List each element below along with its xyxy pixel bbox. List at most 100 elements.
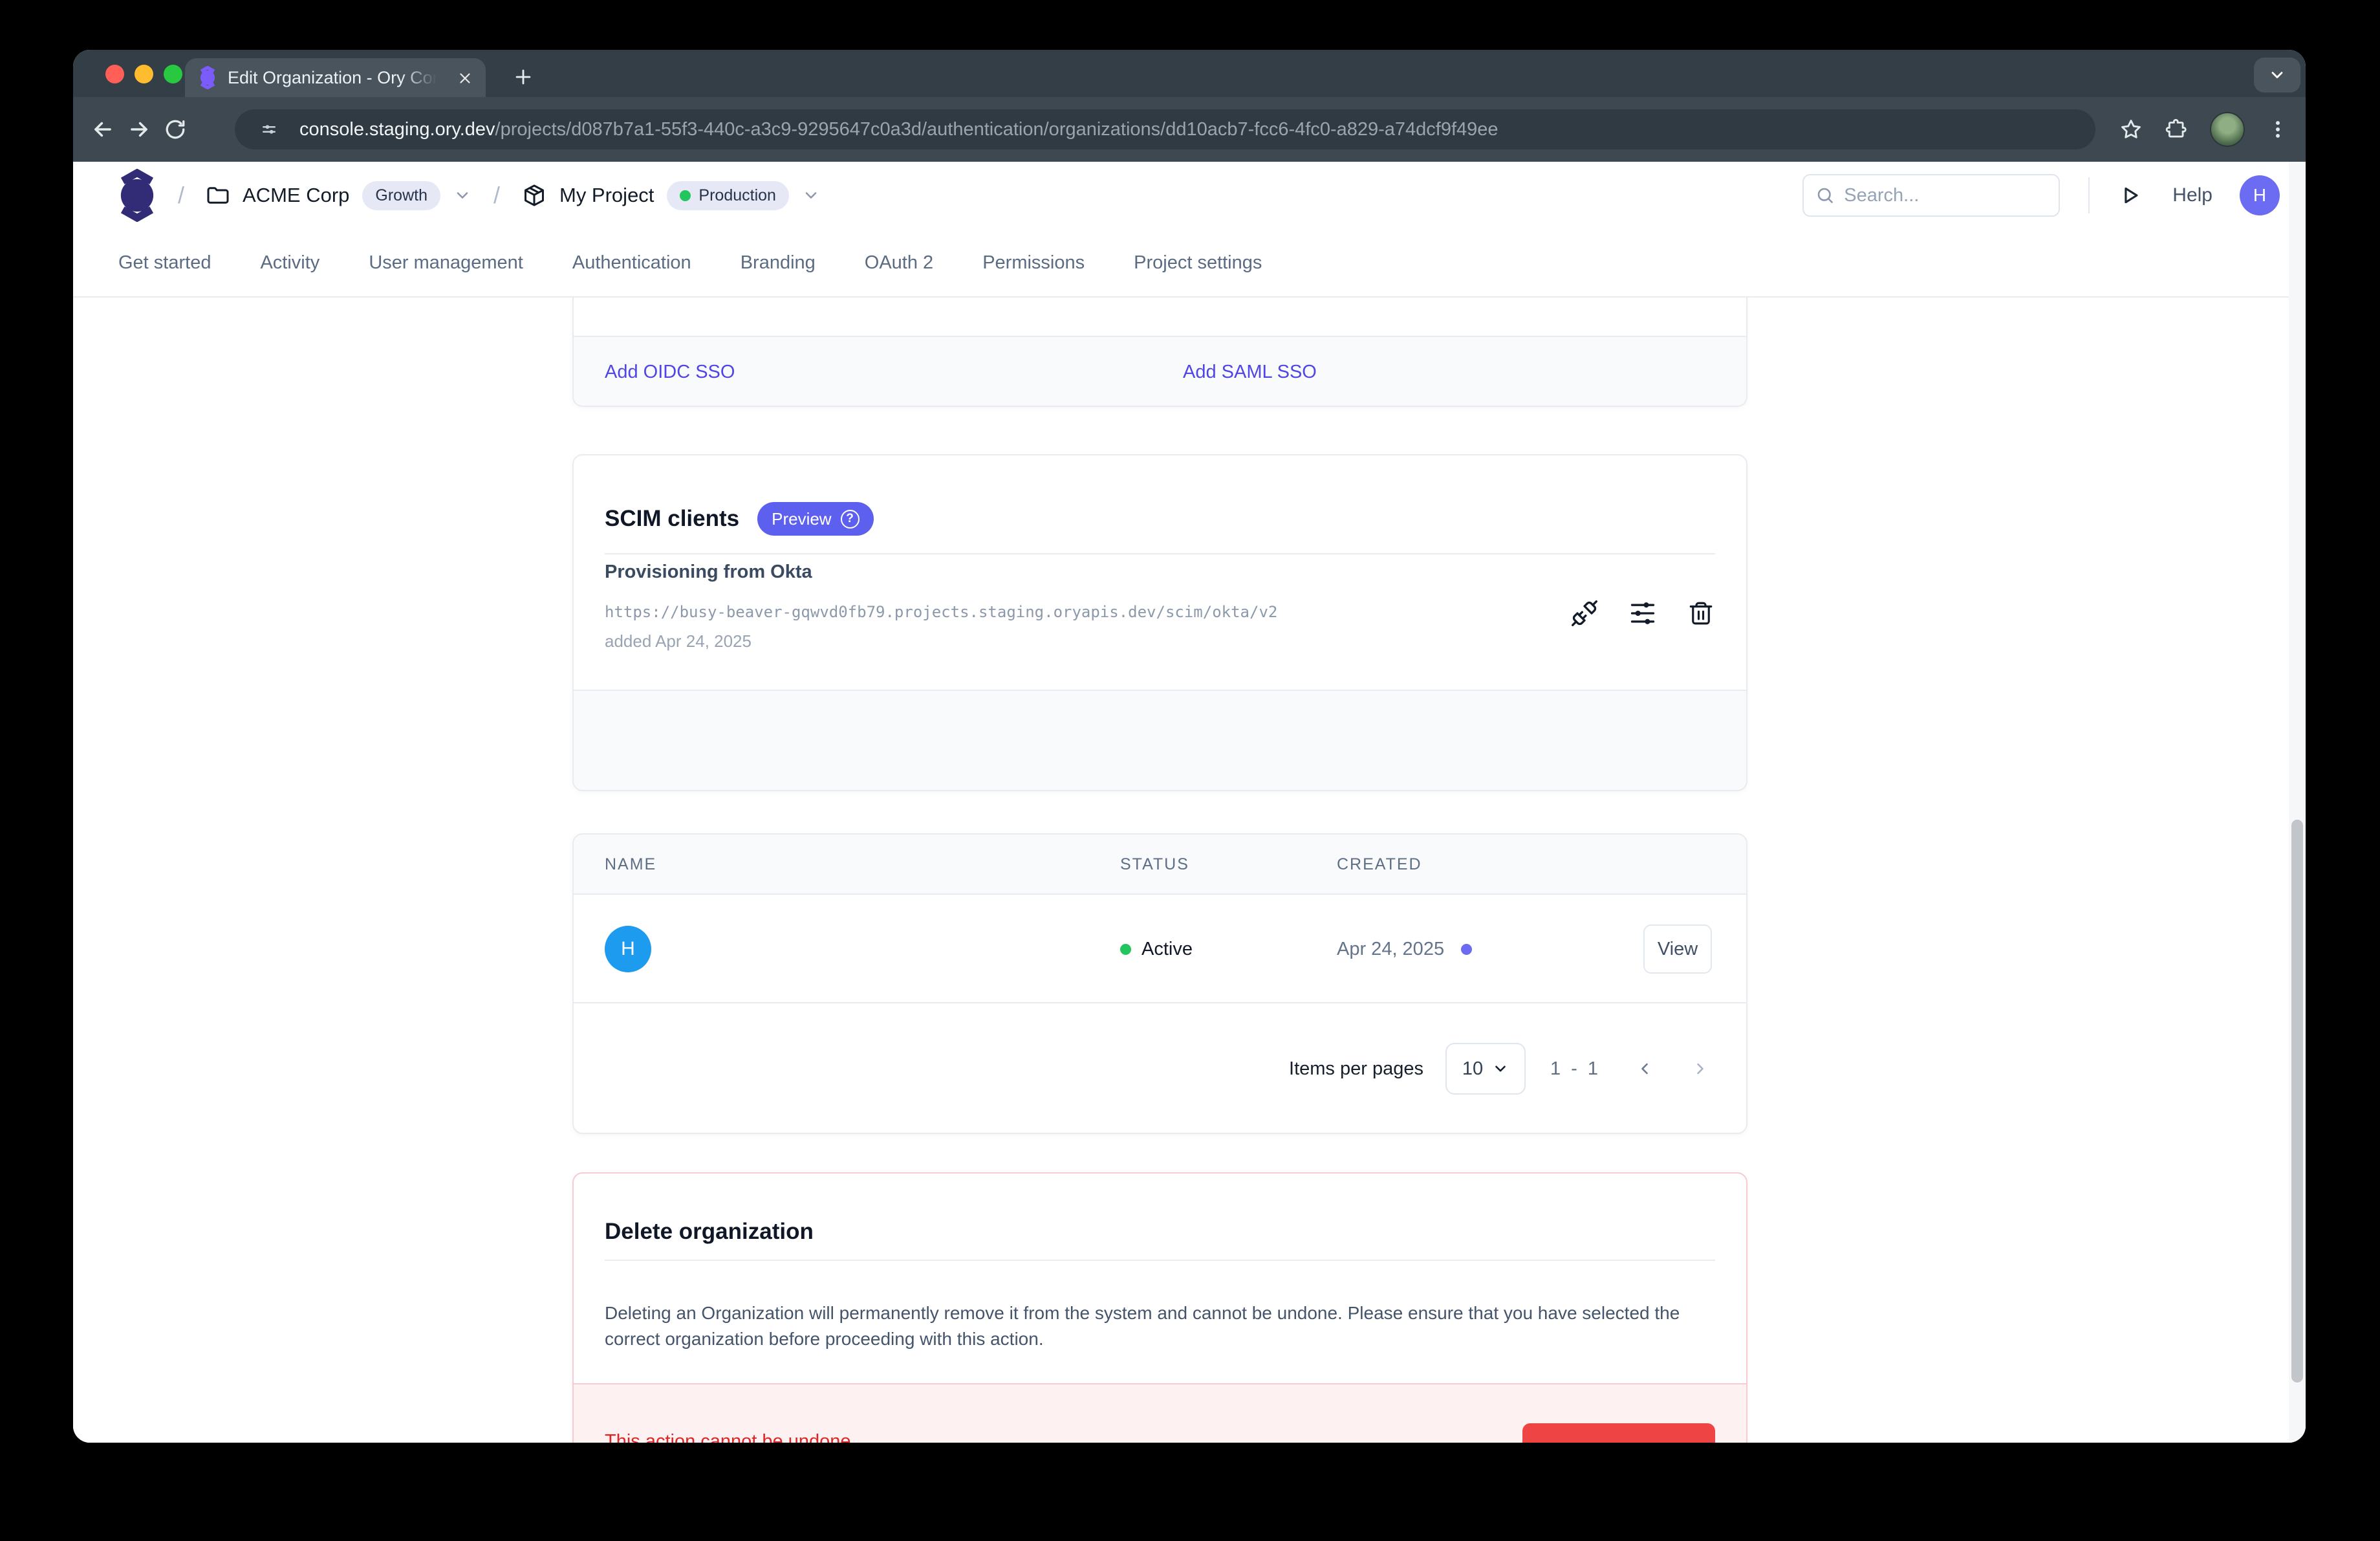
browser-toolbar: console.staging.ory.dev/projects/d087b7a…: [73, 97, 2306, 162]
forward-icon[interactable]: [121, 111, 157, 148]
scim-client-url: https://busy-beaver-gqwvd0fb79.projects.…: [605, 603, 1277, 621]
folder-icon: [206, 184, 230, 207]
preview-badge[interactable]: Preview ?: [757, 502, 873, 536]
search-icon: [1815, 186, 1835, 205]
bookmark-star-icon[interactable]: [2119, 118, 2143, 141]
nav-item-authentication[interactable]: Authentication: [572, 252, 691, 274]
row-status: Active: [1120, 939, 1193, 960]
search-box[interactable]: [1802, 174, 2060, 217]
table-row: H Active Apr 24, 2025 View: [574, 895, 1746, 1003]
site-settings-icon[interactable]: [254, 115, 284, 144]
new-tab-button[interactable]: [505, 59, 541, 95]
extensions-icon[interactable]: [2165, 118, 2188, 141]
page-size-value: 10: [1462, 1058, 1483, 1080]
workspace-plan-badge: Growth: [362, 181, 440, 210]
app-header: / ACME Corp Growth / My Pro: [73, 162, 2306, 229]
page-size-select[interactable]: 10: [1445, 1043, 1526, 1095]
scim-card-footer: [574, 690, 1746, 790]
scim-divider: [605, 553, 1715, 554]
browser-menu-icon[interactable]: [2267, 118, 2289, 140]
ory-logo[interactable]: [118, 169, 156, 222]
page-scrollbar[interactable]: [2289, 162, 2306, 1443]
chevron-down-icon: [453, 186, 471, 204]
preview-badge-label: Preview: [772, 509, 831, 529]
project-env-label: Production: [698, 186, 776, 205]
nav-item-branding[interactable]: Branding: [741, 252, 816, 274]
view-button[interactable]: View: [1643, 924, 1712, 974]
header-right: Help H: [1802, 174, 2280, 217]
project-nav: Get started Activity User management Aut…: [73, 229, 2306, 298]
add-saml-sso-link[interactable]: Add SAML SSO: [1183, 362, 1317, 383]
macos-zoom-button[interactable]: [164, 65, 182, 83]
workspace-switcher[interactable]: ACME Corp Growth: [206, 181, 471, 210]
tab-close-icon[interactable]: [455, 68, 475, 89]
header-divider: [2088, 177, 2090, 213]
browser-window: Edit Organization - Ory Conso: [73, 50, 2306, 1443]
macos-close-button[interactable]: [105, 65, 124, 83]
row-created: Apr 24, 2025: [1337, 939, 1472, 960]
run-play-icon[interactable]: [2119, 184, 2141, 206]
nav-item-activity[interactable]: Activity: [260, 252, 319, 274]
items-per-page-label: Items per pages: [1289, 1058, 1423, 1080]
delete-organization-card: Delete organization Deleting an Organiza…: [572, 1172, 1747, 1443]
pagination-range: 1 - 1: [1550, 1058, 1601, 1080]
delete-card-description: Deleting an Organization will permanentl…: [605, 1300, 1718, 1352]
package-icon: [522, 183, 546, 208]
table-pagination: Items per pages 10 1 - 1: [574, 1003, 1746, 1134]
chevron-down-icon: [1492, 1060, 1509, 1077]
tab-search-button[interactable]: [2254, 58, 2300, 93]
nav-item-get-started[interactable]: Get started: [118, 252, 211, 274]
back-icon[interactable]: [85, 111, 121, 148]
nav-item-permissions[interactable]: Permissions: [982, 252, 1085, 274]
scim-client-added-date: added Apr 24, 2025: [605, 631, 752, 651]
active-status-dot: [1120, 944, 1131, 955]
nav-item-user-management[interactable]: User management: [369, 252, 523, 274]
reload-icon[interactable]: [157, 111, 193, 148]
url-path: /projects/d087b7a1-55f3-440c-a3c9-929564…: [495, 119, 1498, 140]
column-header-created: CREATED: [1337, 855, 1422, 874]
settings-sliders-icon[interactable]: [1628, 599, 1657, 628]
add-oidc-sso-link[interactable]: Add OIDC SSO: [605, 362, 735, 383]
user-avatar[interactable]: H: [2240, 175, 2280, 215]
macos-minimize-button[interactable]: [135, 65, 153, 83]
project-name: My Project: [559, 184, 654, 207]
project-env-badge: Production: [667, 181, 789, 210]
delete-warning-text: This action cannot be undone.: [605, 1431, 856, 1443]
pagination-prev-icon[interactable]: [1636, 1060, 1654, 1078]
pagination-next-icon[interactable]: [1691, 1060, 1709, 1078]
browser-profile-avatar[interactable]: [2210, 112, 2245, 147]
delete-card-divider: [605, 1260, 1715, 1261]
breadcrumb-separator: /: [178, 182, 184, 209]
scrollbar-thumb[interactable]: [2291, 820, 2303, 1383]
screen: Edit Organization - Ory Conso: [0, 0, 2380, 1541]
browser-tab[interactable]: Edit Organization - Ory Conso: [185, 58, 486, 97]
trash-icon[interactable]: [1687, 599, 1715, 628]
table-header: NAME STATUS CREATED: [574, 835, 1746, 895]
breadcrumb-separator: /: [493, 182, 500, 209]
scim-client-name: Provisioning from Okta: [605, 562, 812, 583]
nav-item-oauth2[interactable]: OAuth 2: [865, 252, 933, 274]
scim-card-title: SCIM clients: [605, 506, 739, 532]
search-input[interactable]: [1844, 185, 2038, 206]
row-created-date: Apr 24, 2025: [1337, 939, 1444, 960]
delete-card-footer: This action cannot be undone. Delete org…: [574, 1383, 1746, 1443]
delete-organization-button[interactable]: Delete organization: [1522, 1423, 1715, 1443]
url-host: console.staging.ory.dev: [299, 119, 495, 140]
page-content: Add OIDC SSO Add SAML SSO SCIM clients P…: [73, 298, 2306, 1443]
workspace-name: ACME Corp: [243, 184, 349, 207]
scim-client-actions: [1570, 599, 1715, 628]
tab-title-fade: [400, 58, 446, 97]
toolbar-right: [2119, 97, 2289, 162]
help-link[interactable]: Help: [2172, 184, 2212, 206]
scim-clients-card: SCIM clients Preview ? Provisioning from…: [572, 454, 1747, 791]
nav-item-project-settings[interactable]: Project settings: [1134, 252, 1262, 274]
row-avatar: H: [605, 926, 651, 972]
ory-console-app: / ACME Corp Growth / My Pro: [73, 162, 2306, 1443]
connection-unplug-icon[interactable]: [1570, 599, 1599, 628]
sso-card: Add OIDC SSO Add SAML SSO: [572, 298, 1747, 407]
row-status-label: Active: [1141, 939, 1193, 960]
url-bar[interactable]: console.staging.ory.dev/projects/d087b7a…: [235, 109, 2095, 149]
project-switcher[interactable]: My Project Production: [522, 181, 820, 210]
sso-card-footer: Add OIDC SSO Add SAML SSO: [574, 336, 1746, 406]
indigo-dot: [1461, 944, 1472, 955]
